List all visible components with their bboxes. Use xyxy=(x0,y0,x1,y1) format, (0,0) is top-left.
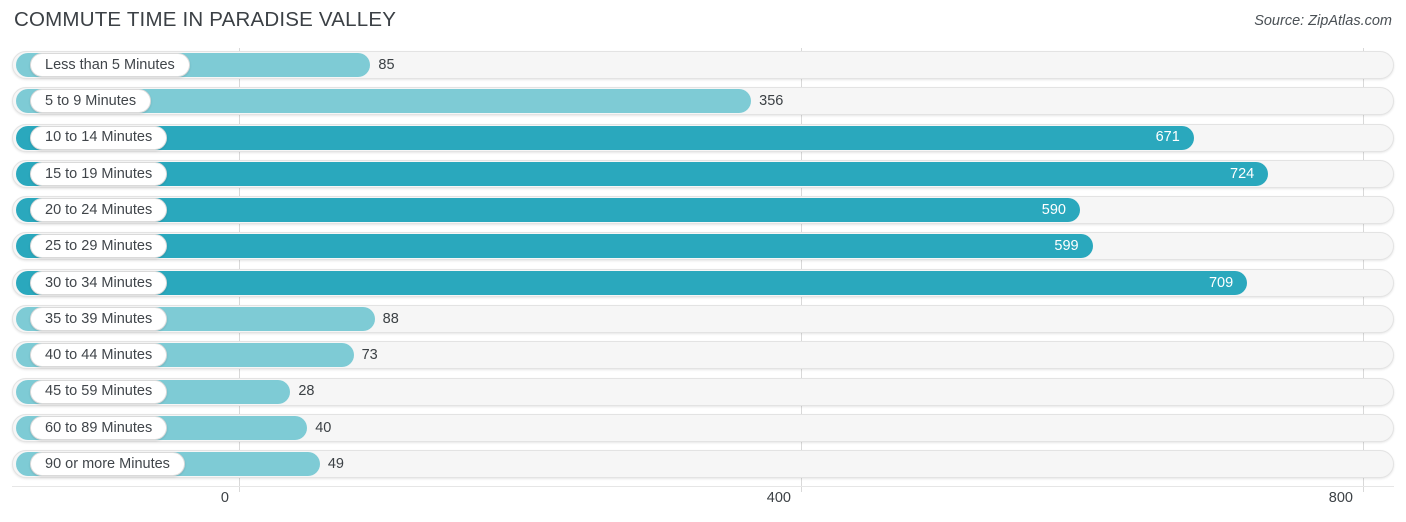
bar-value-label: 85 xyxy=(378,56,395,73)
category-label: 90 or more Minutes xyxy=(45,456,170,473)
bar-value-label: 671 xyxy=(1155,129,1180,146)
category-label-pill[interactable]: 20 to 24 Minutes xyxy=(30,198,168,223)
bar-row[interactable]: 20 to 24 Minutes 590 xyxy=(0,193,1406,229)
bar-row[interactable]: 15 to 19 Minutes 724 xyxy=(0,157,1406,193)
category-label-pill[interactable]: 30 to 34 Minutes xyxy=(30,270,168,295)
category-label-pill[interactable]: 25 to 29 Minutes xyxy=(30,234,168,259)
category-label: 10 to 14 Minutes xyxy=(45,129,153,146)
category-label: 20 to 24 Minutes xyxy=(45,201,153,218)
category-label-pill[interactable]: 15 to 19 Minutes xyxy=(30,161,168,186)
x-axis-tick-400: 400 xyxy=(766,490,791,506)
bar-fill[interactable] xyxy=(16,234,1093,259)
bar-value-label: 49 xyxy=(327,456,344,473)
category-label-pill[interactable]: 40 to 44 Minutes xyxy=(30,343,168,368)
bar-fill[interactable] xyxy=(16,270,1248,295)
category-label-pill[interactable]: 35 to 39 Minutes xyxy=(30,307,168,332)
x-axis: 0 400 800 xyxy=(0,486,1406,522)
category-label-pill[interactable]: Less than 5 Minutes xyxy=(30,53,190,77)
bar-row[interactable]: 35 to 39 Minutes 88 xyxy=(0,302,1406,338)
bar-row[interactable]: 45 to 59 Minutes 28 xyxy=(0,375,1406,411)
bar-rows: Less than 5 Minutes 85 5 to 9 Minutes 356 10… xyxy=(0,48,1406,484)
category-label: 5 to 9 Minutes xyxy=(45,93,137,110)
x-axis-tick-0: 0 xyxy=(220,490,229,506)
bar-row[interactable]: 5 to 9 Minutes 356 xyxy=(0,84,1406,120)
bar-row[interactable]: 10 to 14 Minutes 671 xyxy=(0,121,1406,157)
bar-value-label: 73 xyxy=(361,347,378,364)
chart-container: COMMUTE TIME IN PARADISE VALLEY Source: … xyxy=(0,0,1406,522)
bar-value-label: 40 xyxy=(315,419,332,436)
bar-row[interactable]: 60 to 89 Minutes 40 xyxy=(0,411,1406,447)
bar-row[interactable]: 30 to 34 Minutes 709 xyxy=(0,266,1406,302)
bar-value-label: 599 xyxy=(1054,238,1079,255)
category-label-pill[interactable]: 90 or more Minutes xyxy=(30,452,185,477)
bar-value-label: 28 xyxy=(298,383,315,400)
bar-row[interactable]: Less than 5 Minutes 85 xyxy=(0,48,1406,84)
bar-fill[interactable] xyxy=(16,125,1194,150)
category-label-pill[interactable]: 10 to 14 Minutes xyxy=(30,125,168,150)
x-axis-tick-800: 800 xyxy=(1328,490,1353,506)
bar-row[interactable]: 90 or more Minutes 49 xyxy=(0,447,1406,483)
bar-fill[interactable] xyxy=(16,198,1080,223)
source-attribution: Source: ZipAtlas.com xyxy=(1254,13,1392,29)
bar-value-label: 724 xyxy=(1230,165,1255,182)
category-label-pill[interactable]: 45 to 59 Minutes xyxy=(30,379,168,404)
axis-top-rule xyxy=(12,486,1394,487)
bar-value-label: 356 xyxy=(759,93,784,110)
bar-row[interactable]: 25 to 29 Minutes 599 xyxy=(0,229,1406,265)
category-label: 30 to 34 Minutes xyxy=(45,274,153,291)
plot-area: Less than 5 Minutes 85 5 to 9 Minutes 356 10… xyxy=(0,48,1406,492)
category-label: Less than 5 Minutes xyxy=(45,56,175,73)
category-label: 60 to 89 Minutes xyxy=(45,419,153,436)
page-title: COMMUTE TIME IN PARADISE VALLEY xyxy=(14,8,397,31)
category-label: 15 to 19 Minutes xyxy=(45,165,153,182)
category-label-pill[interactable]: 60 to 89 Minutes xyxy=(30,415,168,440)
category-label: 25 to 29 Minutes xyxy=(45,238,153,255)
bar-row[interactable]: 40 to 44 Minutes 73 xyxy=(0,338,1406,374)
category-label: 45 to 59 Minutes xyxy=(45,383,153,400)
category-label-pill[interactable]: 5 to 9 Minutes xyxy=(30,89,152,114)
category-label: 40 to 44 Minutes xyxy=(45,347,153,364)
bar-value-label: 590 xyxy=(1041,201,1066,218)
bar-value-label: 709 xyxy=(1208,274,1234,291)
bar-value-label: 88 xyxy=(382,310,399,327)
bar-fill[interactable] xyxy=(16,161,1269,186)
category-label: 35 to 39 Minutes xyxy=(45,310,153,327)
